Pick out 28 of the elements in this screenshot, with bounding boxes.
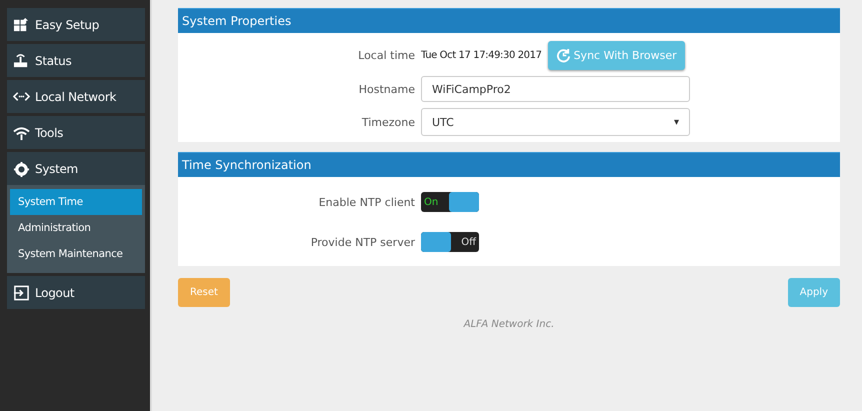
refresh-icon — [556, 48, 571, 63]
submenu-item[interactable]: Administration — [10, 215, 142, 241]
field-label: Local time — [357, 49, 416, 62]
field-label: Hostname — [358, 82, 416, 96]
toggle-switch[interactable]: On — [421, 192, 479, 212]
nav-item[interactable]: Status — [7, 44, 145, 77]
nav-item[interactable]: Logout — [7, 276, 145, 309]
settings-icon — [13, 160, 30, 176]
wifi-icon — [13, 124, 30, 140]
submenu-item[interactable]: System Maintenance — [10, 241, 142, 267]
nav-item[interactable]: System — [7, 152, 145, 185]
panel-header: System Properties — [178, 8, 840, 33]
router-icon — [13, 52, 30, 68]
logout-icon — [13, 284, 30, 300]
time-value: Tue Oct 17 17:49:30 2017 — [421, 50, 542, 61]
nav-item[interactable]: Tools — [7, 116, 145, 149]
panel-header: Time Synchronization — [178, 152, 840, 177]
footer-text: ALFA Network Inc. — [462, 319, 556, 330]
nav-item[interactable]: Local Network — [7, 80, 145, 113]
hostname-field[interactable]: WiFiCampPro2 — [421, 76, 690, 102]
nav-item[interactable]: Easy Setup — [7, 8, 145, 41]
toggle-switch[interactable]: Off — [421, 232, 479, 252]
field-label: Timezone — [360, 116, 416, 128]
field-label: Provide NTP server — [310, 236, 416, 248]
submenu-item[interactable]: System Time — [10, 189, 142, 215]
field-label: Enable NTP client — [318, 196, 416, 208]
timezone-dropdown[interactable]: UTC ▾ — [421, 108, 690, 136]
grid-icon — [13, 16, 30, 32]
